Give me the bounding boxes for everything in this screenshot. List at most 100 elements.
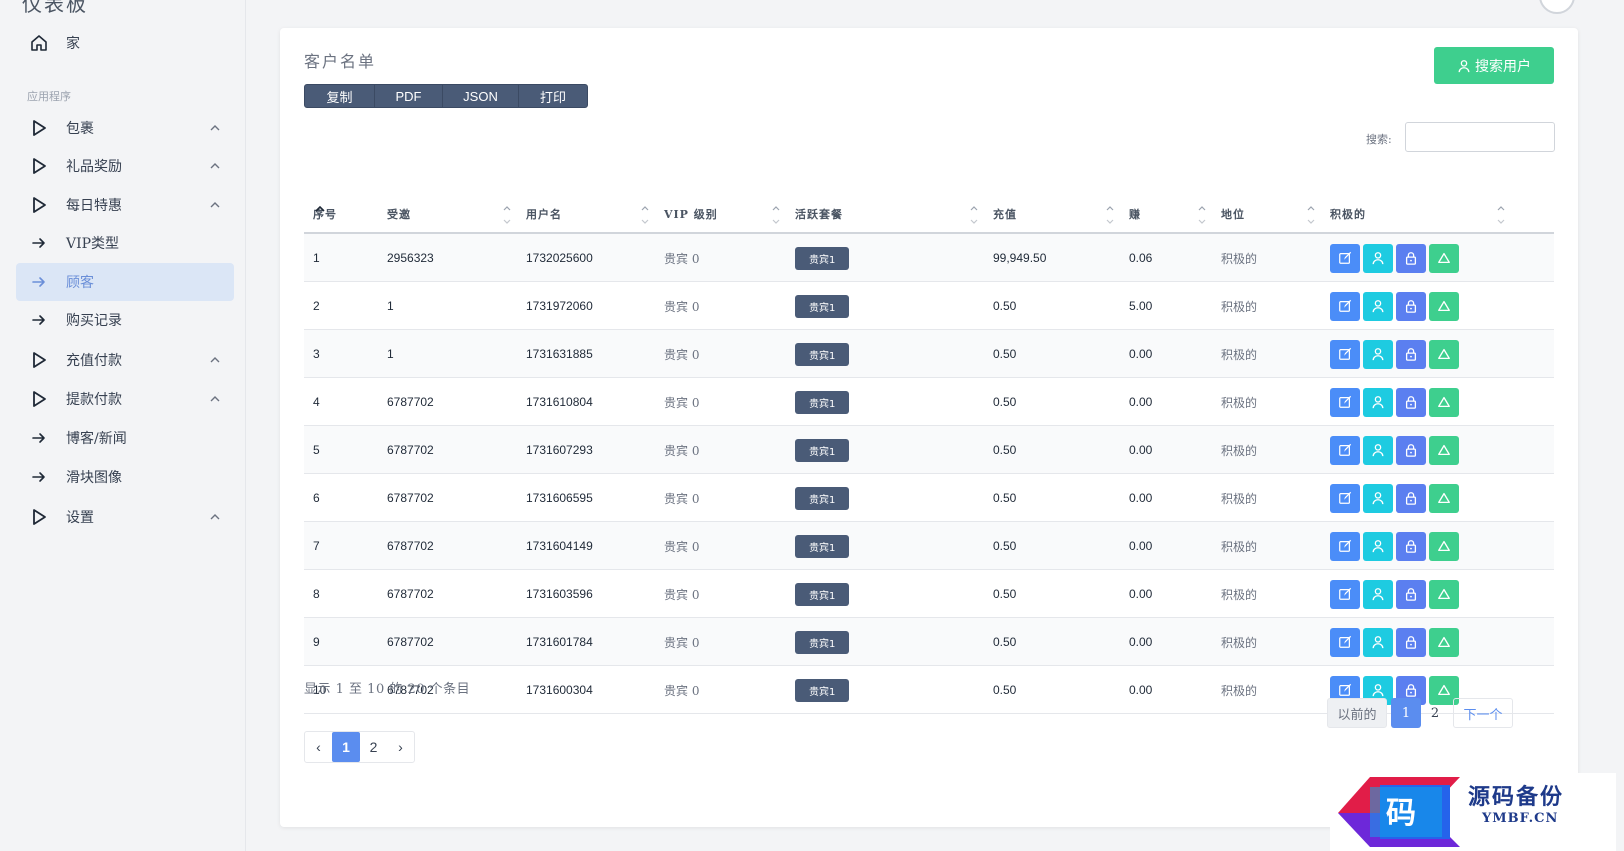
sidebar-item-5[interactable]: 顾客 [16,263,234,301]
user-action-button[interactable] [1363,531,1393,561]
column-header-5[interactable]: 充值 [985,196,1121,232]
edit-action-button[interactable] [1330,435,1360,465]
column-header-8[interactable]: 积极的 [1322,196,1512,232]
lock-action-button[interactable] [1396,291,1426,321]
column-header-3[interactable]: VIP 级别 [656,196,787,232]
user-action-button[interactable] [1363,579,1393,609]
print-button[interactable]: 打印 [519,85,587,107]
sidebar-item-1[interactable]: 包裹 [16,109,234,147]
table-cell: 贵宾 0 [664,395,700,410]
table-row: 9 6787702 1731601784 贵宾 0 贵宾1 0.50 0.00 积极的 [304,618,1554,666]
user-action-button[interactable] [1363,627,1393,657]
lock-action-button[interactable] [1396,627,1426,657]
pagination-next-button[interactable]: 下一个 [1453,698,1513,728]
table-row: 6 6787702 1731606595 贵宾 0 贵宾1 0.50 0.00 积极的 [304,474,1554,522]
column-header-label: 积极的 [1330,208,1366,221]
edit-action-button[interactable] [1330,387,1360,417]
search-user-button[interactable]: 搜索用户 [1434,47,1554,84]
pagination-prev-button[interactable]: 以前的 [1327,698,1387,728]
user-menu-avatar[interactable] [1539,0,1575,14]
sidebar-item-7[interactable]: 充值付款 [16,341,234,379]
column-header-7[interactable]: 地位 [1213,196,1322,232]
table-cell: 2 [313,299,320,313]
triangle-action-button[interactable] [1429,531,1459,561]
lock-icon [1404,347,1418,361]
lock-action-button[interactable] [1396,339,1426,369]
triangle-action-button[interactable] [1429,435,1459,465]
table-cell: 6787702 [387,587,434,601]
sidebar-item-10[interactable]: 滑块图像 [16,458,234,496]
sidebar-item-3[interactable]: 每日特惠 [16,186,234,224]
sidebar-item-8[interactable]: 提款付款 [16,380,234,418]
table-cell: 0.00 [1129,443,1153,457]
pdf-button[interactable]: PDF [375,85,443,107]
table-cell: 0.00 [1129,683,1153,697]
sidebar-item-9[interactable]: 博客/新闻 [16,419,234,457]
column-header-0[interactable]: 序号 [304,196,379,232]
user-action-button[interactable] [1363,291,1393,321]
sidebar-item-6[interactable]: 购买记录 [16,301,234,339]
table-cell: 1731600304 [526,683,593,697]
column-header-label: 受邀 [387,208,411,221]
column-header-4[interactable]: 活跃套餐 [787,196,985,232]
edit-action-button[interactable] [1330,339,1360,369]
edit-action-button[interactable] [1330,243,1360,273]
user-action-button[interactable] [1363,435,1393,465]
sidebar-item-2[interactable]: 礼品奖励 [16,147,234,185]
sidebar-item-0[interactable]: 家 [16,24,234,62]
search-user-button-label: 搜索用户 [1475,58,1531,75]
edit-action-button[interactable] [1330,531,1360,561]
table-row: 2 1 1731972060 贵宾 0 贵宾1 0.50 5.00 积极的 [304,282,1554,330]
triangle-action-button[interactable] [1429,387,1459,417]
table-cell: 积极的 [1221,395,1258,410]
pager-page-2[interactable]: 2 [360,732,387,762]
user-action-button[interactable] [1363,387,1393,417]
column-header-2[interactable]: 用户名 [518,196,656,232]
table-cell: 贵宾 0 [664,251,700,266]
triangle-action-button[interactable] [1429,243,1459,273]
sidebar-item-4[interactable]: VIP类型 [16,224,234,262]
edit-icon [1338,299,1352,313]
sidebar-item-label: VIP类型 [66,236,120,252]
user-icon [1371,299,1385,313]
plan-badge: 贵宾1 [795,630,850,654]
pagination-page-1[interactable]: 1 [1391,698,1421,728]
lock-action-button[interactable] [1396,531,1426,561]
table-cell: 贵宾 0 [664,299,700,314]
arrow-right-icon [28,309,50,331]
edit-action-button[interactable] [1330,483,1360,513]
user-action-button[interactable] [1363,483,1393,513]
lock-action-button[interactable] [1396,483,1426,513]
triangle-action-button[interactable] [1429,627,1459,657]
column-header-1[interactable]: 受邀 [379,196,518,232]
table-cell: 贵宾1 [787,618,985,666]
edit-action-button[interactable] [1330,627,1360,657]
copy-button[interactable]: 复制 [305,85,375,107]
lock-action-button[interactable] [1396,579,1426,609]
triangle-action-button[interactable] [1429,579,1459,609]
lock-action-button[interactable] [1396,435,1426,465]
pager-prev-button[interactable]: ‹ [305,732,332,762]
pager-next-button[interactable]: › [387,732,414,762]
triangle-action-button[interactable] [1429,483,1459,513]
json-button[interactable]: JSON [443,85,519,107]
lock-action-button[interactable] [1396,243,1426,273]
search-input[interactable] [1405,122,1555,152]
user-action-button[interactable] [1363,339,1393,369]
table-cell: 积极的 [1221,491,1258,506]
watermark-logo: 码 源码备份 YMBF.CN [1330,773,1616,851]
sidebar-item-11[interactable]: 设置 [16,498,234,536]
pagination-page-2[interactable]: 2 [1421,698,1449,728]
user-action-button[interactable] [1363,243,1393,273]
triangle-icon [1437,395,1451,409]
pager-page-1[interactable]: 1 [332,732,360,762]
sort-icon [315,204,325,226]
edit-icon [1338,683,1352,697]
triangle-action-button[interactable] [1429,291,1459,321]
lock-action-button[interactable] [1396,387,1426,417]
triangle-action-button[interactable] [1429,339,1459,369]
column-header-6[interactable]: 赚 [1121,196,1213,232]
edit-action-button[interactable] [1330,291,1360,321]
scrollbar[interactable] [1612,0,1624,851]
edit-action-button[interactable] [1330,579,1360,609]
